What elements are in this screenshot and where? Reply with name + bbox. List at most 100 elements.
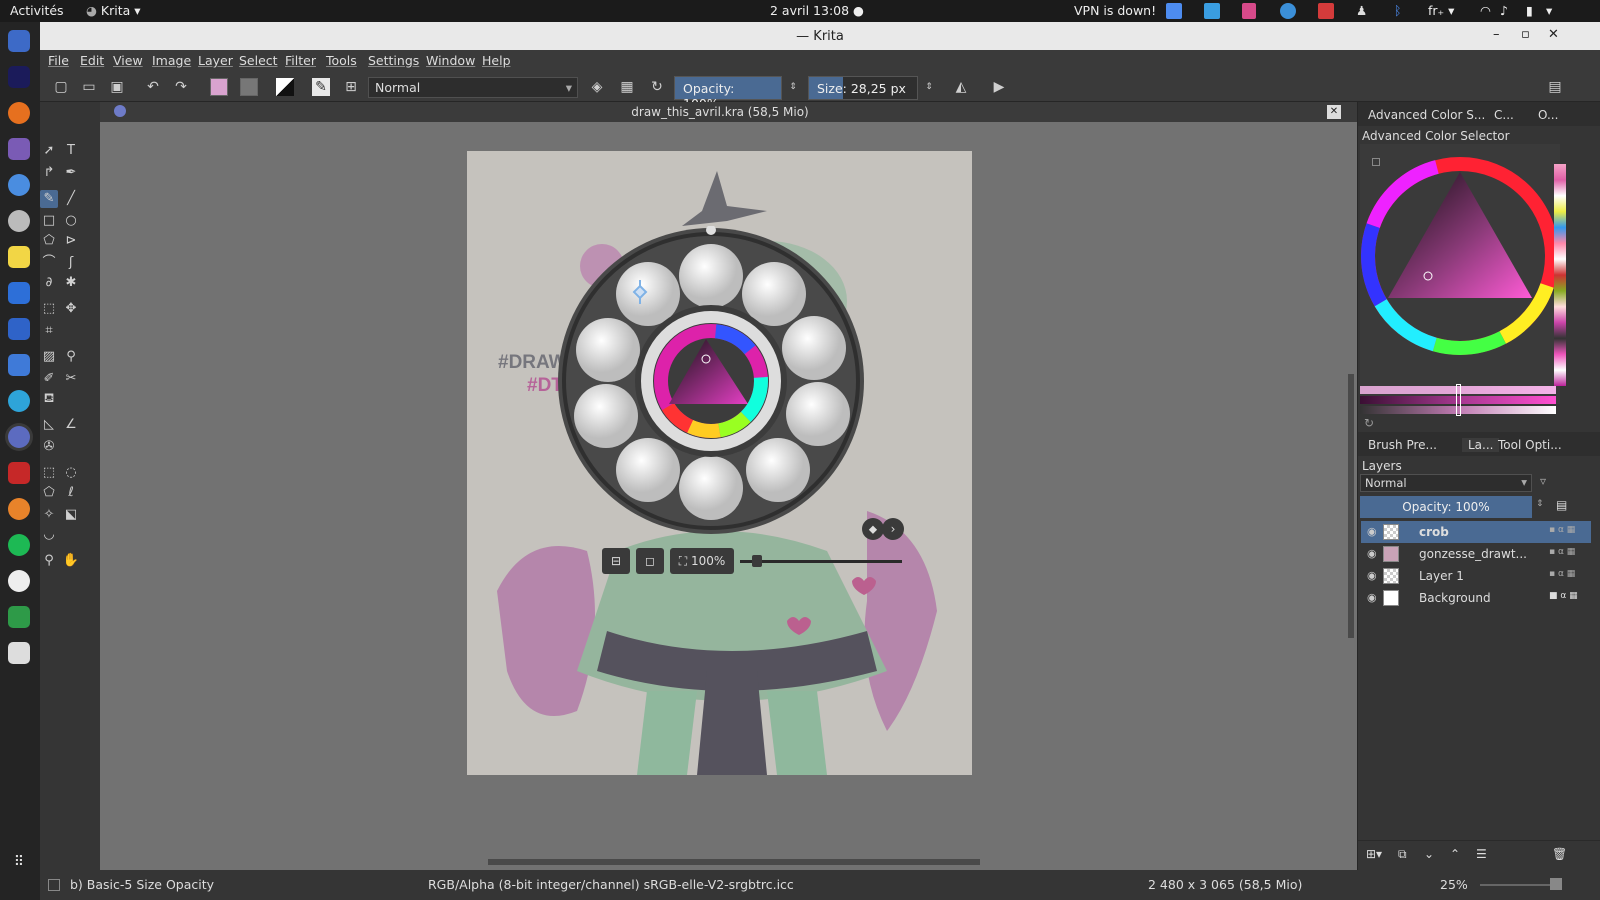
menu-view[interactable]: View — [113, 53, 143, 68]
color-picker-icon[interactable]: ⚲ — [62, 348, 80, 366]
canvas-area[interactable]: draw_this_avril.kra (58,5 Mio) ✕ #DRAWT — [100, 102, 1357, 870]
workspace-grid-icon[interactable]: ⊞ — [342, 78, 360, 96]
edit-shapes-icon[interactable]: ↱ — [40, 164, 58, 182]
tab-c[interactable]: C... — [1494, 108, 1514, 122]
ellipse-tool-icon[interactable]: ○ — [62, 212, 80, 230]
vertical-scroll-thumb[interactable] — [1348, 374, 1354, 638]
text-tool-icon[interactable]: T — [62, 142, 80, 160]
menu-window[interactable]: Window — [426, 53, 475, 68]
transform-tool-icon[interactable]: ⬚ — [40, 300, 58, 318]
clock[interactable]: 2 avril 13:08 ● — [770, 3, 864, 18]
polygon-tool-icon[interactable]: ⬠ — [40, 232, 58, 250]
eraser-mode-icon[interactable]: ◈ — [588, 78, 606, 96]
gradient-tool-icon[interactable]: ▨ — [40, 348, 58, 366]
layer-row[interactable]: ◉ Layer 1 ▪ α ▦ — [1361, 565, 1591, 587]
vertical-scrollbar[interactable] — [1346, 130, 1356, 856]
zoom-tool-icon[interactable]: ⚲ — [40, 552, 58, 570]
line-tool-icon[interactable]: ╱ — [62, 190, 80, 208]
layer-row[interactable]: ◉ crob ▪ α ▦ — [1361, 521, 1591, 543]
dock-app-icon[interactable] — [8, 138, 30, 160]
wifi-icon[interactable]: ◠ — [1480, 3, 1491, 18]
opacity-spin-icon[interactable]: ⇕ — [784, 78, 802, 96]
color-slider-handle[interactable] — [1456, 384, 1461, 416]
fill-tool-icon[interactable]: ⛾ — [40, 390, 58, 408]
multibrush-icon[interactable]: ✱ — [62, 274, 80, 292]
tray-app-icon[interactable] — [1280, 3, 1296, 19]
canvas-rotate-button[interactable]: ◻ — [636, 548, 664, 574]
firefox-icon[interactable] — [8, 102, 30, 124]
menu-filter[interactable]: Filter — [285, 53, 316, 68]
menu-file[interactable]: File — [48, 53, 69, 68]
size-spin-icon[interactable]: ⇕ — [920, 78, 938, 96]
menu-edit[interactable]: Edit — [80, 53, 104, 68]
layer-opacity-slider[interactable]: Opacity: 100% — [1360, 496, 1532, 518]
measure-tool-icon[interactable]: ∠ — [62, 416, 80, 434]
move-tool-icon[interactable]: ✥ — [62, 300, 80, 318]
pattern-swatch[interactable] — [240, 78, 258, 96]
lock-icon[interactable]: ▪ α ▦ — [1549, 569, 1575, 579]
docker-menu-icon[interactable]: ▤ — [1546, 78, 1564, 96]
layer-filter-icon[interactable]: ▿ — [1540, 474, 1546, 488]
redo-icon[interactable]: ↷ — [172, 78, 190, 96]
settings-icon[interactable] — [8, 210, 30, 232]
layer-opacity-spin-icon[interactable]: ⇕ — [1536, 499, 1544, 509]
zoom-status-slider[interactable] — [1480, 884, 1560, 886]
horizontal-scroll-thumb[interactable] — [488, 859, 980, 865]
similar-select-icon[interactable]: ⬕ — [62, 506, 80, 524]
tab-tool-options[interactable]: Tool Opti... — [1498, 438, 1562, 452]
eye-icon[interactable]: ◉ — [1367, 547, 1377, 560]
recent-color-swatches[interactable] — [1554, 164, 1566, 386]
duplicate-layer-icon[interactable]: ⧉ — [1398, 847, 1407, 862]
crop-tool-icon[interactable]: ⌗ — [40, 322, 58, 340]
mirror-vertical-icon[interactable]: ▶ — [990, 78, 1008, 96]
tray-app-icon[interactable] — [1318, 3, 1334, 19]
fg-bg-color-icon[interactable] — [276, 78, 294, 96]
delete-layer-icon[interactable]: 🗑 — [1552, 847, 1567, 861]
blend-mode-select[interactable]: Normal ▾ — [368, 77, 578, 98]
close-document-button[interactable]: ✕ — [1327, 105, 1341, 119]
status-zoom[interactable]: 25% — [1440, 877, 1468, 892]
telegram-icon[interactable] — [8, 390, 30, 412]
keyboard-layout[interactable]: fr₊ ▾ — [1428, 3, 1454, 18]
dock-app-icon[interactable] — [8, 174, 30, 196]
bezier-tool-icon[interactable]: ⌒ — [40, 254, 58, 272]
canvas-mirror-button[interactable]: ⊟ — [602, 548, 630, 574]
add-layer-icon[interactable]: ⊞▾ — [1366, 847, 1382, 861]
brush-preset-icon[interactable]: ✎ — [312, 78, 330, 96]
lock-icon[interactable]: ■ α ▦ — [1549, 591, 1578, 601]
dock-app-icon[interactable] — [8, 642, 30, 664]
document-tab[interactable]: draw_this_avril.kra (58,5 Mio) ✕ — [100, 102, 1357, 122]
mirror-horizontal-icon[interactable]: ◭ — [952, 78, 970, 96]
tray-app-icon[interactable] — [1204, 3, 1220, 19]
next-page-button[interactable]: › — [882, 518, 904, 540]
contiguous-select-icon[interactable]: ✧ — [40, 506, 58, 524]
assistant-tool-icon[interactable]: ◺ — [40, 416, 58, 434]
foreground-gradient-swatch[interactable] — [210, 78, 228, 96]
size-slider[interactable]: Size: 28,25 px — [808, 76, 918, 100]
volume-icon[interactable]: ♪ — [1500, 3, 1508, 18]
menu-help[interactable]: Help — [482, 53, 511, 68]
refresh-icon[interactable]: ↻ — [1364, 416, 1374, 430]
status-colorspace[interactable]: RGB/Alpha (8-bit integer/channel) sRGB-e… — [428, 877, 794, 892]
dock-app-icon[interactable] — [8, 66, 30, 88]
freehand-brush-icon[interactable]: ✎ — [40, 190, 58, 208]
freehand-select-icon[interactable]: ℓ — [62, 484, 80, 502]
blender-icon[interactable] — [8, 498, 30, 520]
move-layer-up-icon[interactable]: ⌃ — [1450, 847, 1460, 861]
menu-image[interactable]: Image — [152, 53, 191, 68]
ellipse-select-icon[interactable]: ◌ — [62, 464, 80, 482]
layer-row[interactable]: ◉ gonzesse_drawt... ▪ α ▦ — [1361, 543, 1591, 565]
eye-icon[interactable]: ◉ — [1367, 569, 1377, 582]
bluetooth-icon[interactable]: ᛒ — [1394, 3, 1402, 18]
pan-tool-icon[interactable]: ✋ — [62, 552, 80, 570]
undo-icon[interactable]: ↶ — [144, 78, 162, 96]
freehand-path-icon[interactable]: ʃ — [62, 254, 80, 272]
popup-palette[interactable] — [556, 226, 866, 536]
layer-row[interactable]: ◉ Background ■ α ▦ — [1361, 587, 1591, 609]
tab-layers[interactable]: La... — [1462, 438, 1500, 452]
notes-icon[interactable] — [8, 246, 30, 268]
minimize-button[interactable]: – — [1493, 27, 1500, 42]
new-document-icon[interactable]: ▢ — [52, 78, 70, 96]
tag-selector-button[interactable]: ⬥ — [862, 518, 884, 540]
opacity-slider[interactable]: Opacity: 100% — [674, 76, 782, 111]
